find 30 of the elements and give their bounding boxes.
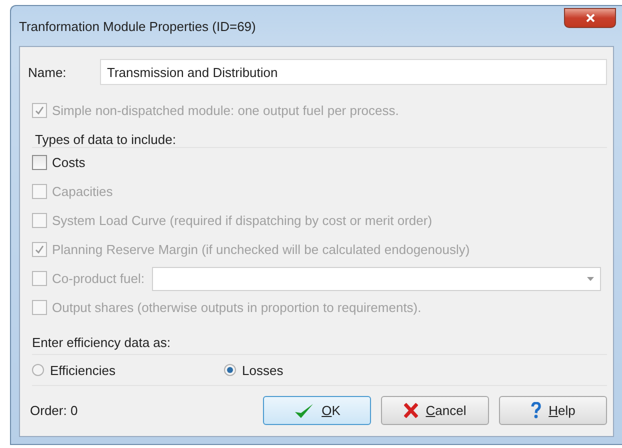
- checkmark-icon: [34, 244, 45, 255]
- radio-label: Losses: [242, 362, 284, 378]
- close-button[interactable]: [564, 8, 616, 28]
- checkbox-label: Costs: [52, 155, 86, 170]
- checkmark-icon: [294, 402, 314, 418]
- order-text: Order: 0: [30, 403, 79, 418]
- window-title: Tranformation Module Properties (ID=69): [19, 18, 256, 34]
- ok-button[interactable]: OK: [263, 396, 371, 425]
- dropdown-arrow-icon: [587, 276, 594, 280]
- radio-label: Efficiencies: [50, 362, 116, 378]
- radio-button[interactable]: [32, 364, 44, 376]
- checkbox-label: Output shares (otherwise outputs in proportion to requirements).: [52, 300, 422, 315]
- checkbox-label: Co-product fuel:: [52, 271, 144, 286]
- cross-icon: [404, 403, 418, 418]
- checkbox-label: System Load Curve (required if dispatching by cost or merit order): [52, 213, 432, 228]
- close-icon: [586, 14, 594, 22]
- help-button[interactable]: Help: [499, 396, 607, 425]
- checkbox-label: Simple non-dispatched module: one output fuel per process.: [52, 103, 399, 118]
- fuel-dropdown[interactable]: [152, 266, 601, 290]
- radio-button[interactable]: [224, 364, 236, 376]
- question-mark-icon: [530, 402, 541, 419]
- checkbox-label: Capacities: [52, 184, 113, 199]
- name-label: Name:: [28, 64, 68, 80]
- checkbox[interactable]: [32, 155, 47, 170]
- section-heading: Types of data to include:: [35, 131, 177, 147]
- name-field[interactable]: Transmission and Distribution: [100, 59, 607, 85]
- checkmark-icon: [34, 105, 45, 116]
- checkbox-label: Planning Reserve Margin (if unchecked will be calculated endogenously): [52, 242, 470, 257]
- cancel-button[interactable]: Cancel: [381, 396, 489, 425]
- section-heading: Enter efficiency data as:: [32, 334, 172, 352]
